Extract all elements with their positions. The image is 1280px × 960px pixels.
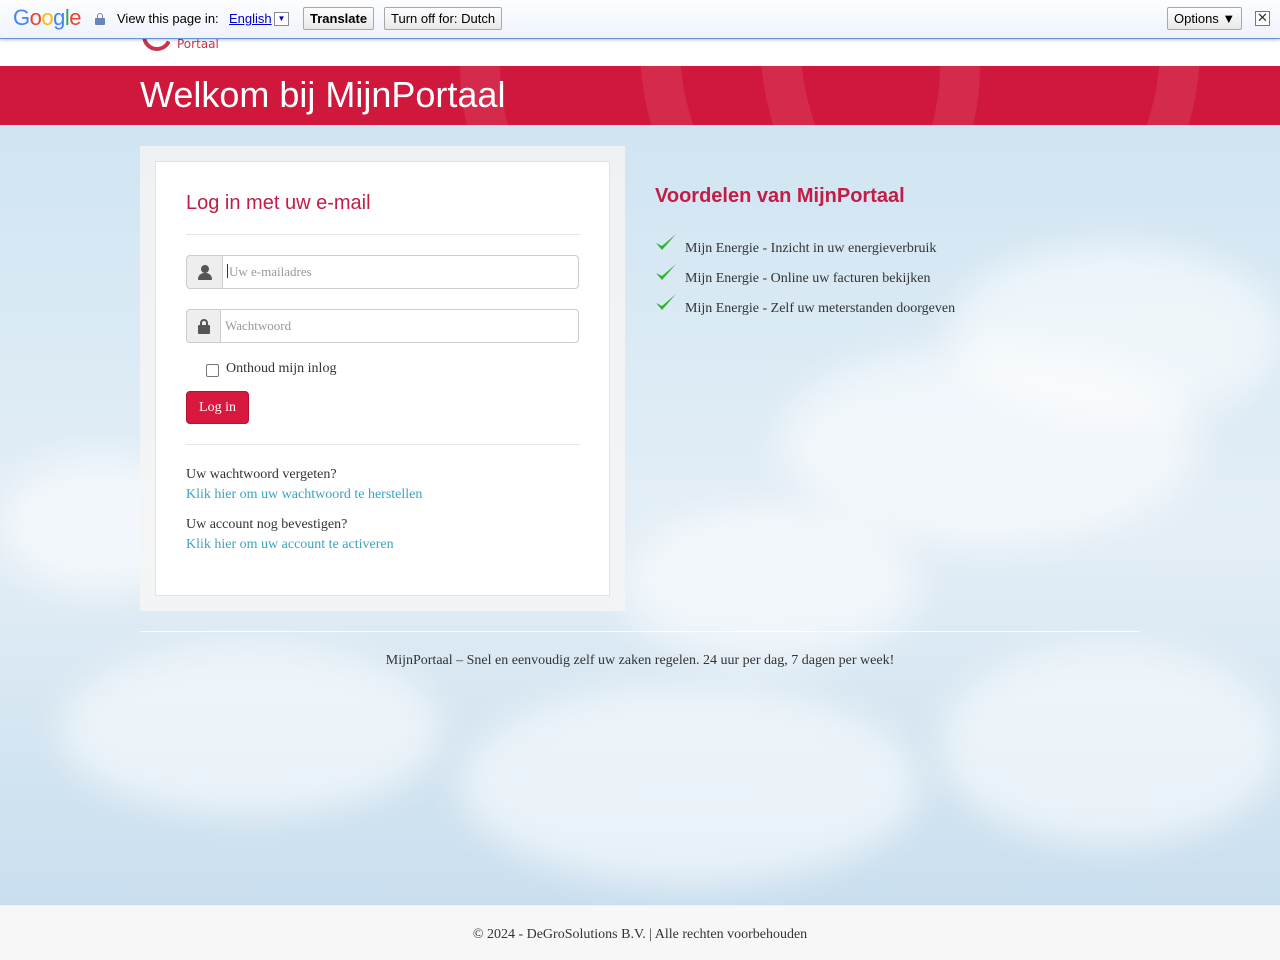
divider (140, 631, 1140, 632)
activate-account-link[interactable]: Klik hier om uw account te activeren (186, 537, 394, 553)
login-button[interactable]: Log in (186, 391, 249, 424)
remember-label[interactable]: Onthoud mijn inlog (226, 361, 336, 377)
close-icon[interactable]: ✕ (1255, 11, 1270, 26)
lock-icon (186, 309, 220, 343)
chevron-down-icon[interactable]: ▼ (274, 12, 289, 26)
user-icon (186, 255, 222, 289)
welcome-banner: Welkom bij MijnPortaal (0, 66, 1280, 125)
language-select[interactable]: English (229, 11, 272, 26)
turn-off-button[interactable]: Turn off for: Dutch (384, 7, 503, 30)
check-icon (656, 234, 676, 250)
copyright-text: © 2024 - DeGroSolutions B.V. | Alle rech… (472, 927, 808, 942)
options-button[interactable]: Options ▼ (1167, 7, 1243, 30)
logo-text[interactable]: Portaal (177, 37, 219, 51)
divider (186, 444, 580, 445)
lock-icon (95, 13, 105, 25)
divider (186, 234, 580, 235)
page-title: Welkom bij MijnPortaal (140, 74, 506, 115)
activate-account-question: Uw account nog bevestigen? (186, 517, 348, 532)
site-header: Portaal (0, 35, 1280, 66)
check-icon (656, 294, 676, 310)
benefit-text: Mijn Energie - Zelf uw meterstanden door… (685, 301, 956, 316)
benefit-item: Mijn Energie - Online uw facturen bekijk… (655, 264, 1055, 290)
footer: © 2024 - DeGroSolutions B.V. | Alle rech… (0, 905, 1280, 960)
password-placeholder: Wachtwoord (225, 318, 292, 333)
check-icon (656, 264, 676, 280)
remember-checkbox[interactable] (206, 364, 219, 377)
translate-prompt: View this page in: (117, 11, 219, 26)
password-group: Wachtwoord (186, 309, 579, 343)
translate-button[interactable]: Translate (303, 7, 375, 30)
google-logo: Google (13, 5, 82, 30)
email-placeholder: Uw e-mailadres (229, 264, 312, 279)
benefit-item: Mijn Energie - Zelf uw meterstanden door… (655, 294, 1055, 320)
reset-password-link[interactable]: Klik hier om uw wachtwoord te herstellen (186, 487, 422, 503)
login-title: Log in met uw e-mail (186, 192, 371, 214)
benefit-text: Mijn Energie - Inzicht in uw energieverb… (685, 241, 937, 256)
email-field[interactable]: Uw e-mailadres (222, 255, 579, 289)
forgot-password-question: Uw wachtwoord vergeten? (186, 467, 337, 482)
benefits-title: Voordelen van MijnPortaal (655, 185, 905, 207)
benefit-text: Mijn Energie - Online uw facturen bekijk… (685, 271, 931, 286)
translate-bar: Google View this page in: English ▼ Tran… (0, 0, 1280, 39)
email-group: Uw e-mailadres (186, 255, 579, 289)
tagline: MijnPortaal – Snel en eenvoudig zelf uw … (385, 653, 895, 668)
login-panel: Log in met uw e-mail Uw e-mailadres Wach… (155, 161, 610, 596)
password-field[interactable]: Wachtwoord (220, 309, 579, 343)
benefit-item: Mijn Energie - Inzicht in uw energieverb… (655, 234, 1055, 260)
